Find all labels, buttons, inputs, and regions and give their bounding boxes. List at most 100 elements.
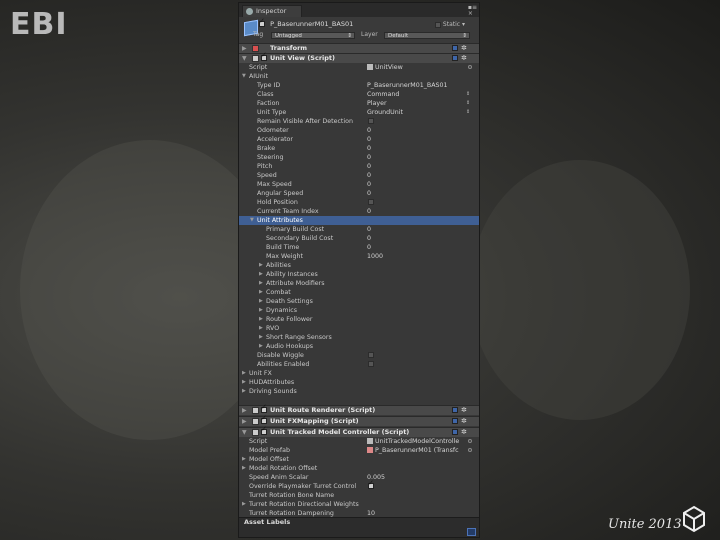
aiunit-field-row[interactable]: Odometer 0 — [239, 126, 479, 135]
other-group-foldout[interactable]: ▶ Driving Sounds — [239, 387, 479, 396]
field-value[interactable]: P_BaserunnerM01_BAS01 — [367, 81, 448, 90]
unit-fxmapping-header[interactable]: ▶ Unit FXMapping (Script) ✲ — [239, 414, 479, 426]
field-value[interactable]: 0 — [367, 234, 371, 243]
help-icon[interactable] — [452, 429, 458, 435]
aiunit-field-row[interactable]: Type ID P_BaserunnerM01_BAS01 — [239, 81, 479, 90]
field-value[interactable]: 0 — [367, 207, 371, 216]
object-name-field[interactable]: P_BaserunnerM01_BAS01 — [270, 20, 353, 28]
route-renderer-enabled-checkbox[interactable] — [261, 403, 267, 413]
aiunit-field-row[interactable]: Faction Player ⇕ — [239, 99, 479, 108]
field-value[interactable]: 0 — [367, 144, 371, 153]
tracked-model-field-row[interactable]: Turret Rotation Bone Name — [239, 491, 479, 500]
fxmapping-enabled-checkbox[interactable] — [261, 414, 267, 424]
tracked-model-field-row[interactable]: Override Playmaker Turret Control — [239, 479, 479, 491]
attribute-group-foldout[interactable]: ▶ Abilities — [239, 261, 479, 270]
help-icon[interactable] — [452, 45, 458, 51]
object-picker-icon[interactable] — [468, 439, 472, 443]
checkbox[interactable] — [368, 361, 374, 367]
field-value[interactable]: Player — [367, 99, 387, 108]
tab-inspector[interactable]: Inspector — [242, 5, 302, 17]
aiunit-field-row[interactable]: Hold Position — [239, 198, 479, 207]
attribute-field-row[interactable]: Max Weight 1000 — [239, 252, 479, 261]
aiunit-field-row[interactable]: Max Speed 0 — [239, 180, 479, 189]
unit-route-renderer-header[interactable]: ▶ Unit Route Renderer (Script) ✲ — [239, 403, 479, 415]
field-value[interactable]: 0 — [367, 225, 371, 234]
attribute-group-foldout[interactable]: ▶ Dynamics — [239, 306, 479, 315]
aiunit-field-row[interactable]: Accelerator 0 — [239, 135, 479, 144]
gear-icon[interactable]: ✲ — [461, 44, 467, 53]
static-checkbox[interactable] — [435, 21, 441, 28]
tag-dropdown[interactable]: Untagged ⇕ — [271, 32, 355, 39]
gear-icon[interactable]: ✲ — [461, 54, 467, 63]
attribute-group-foldout[interactable]: ▶ RVO — [239, 324, 479, 333]
attribute-group-foldout[interactable]: ▶ Route Follower — [239, 315, 479, 324]
help-icon[interactable] — [452, 418, 458, 424]
checkbox[interactable] — [368, 118, 374, 124]
tracked-model-field-row[interactable]: Model Prefab P_BaserunnerM01 (Transfc — [239, 446, 479, 455]
asset-labels-button[interactable] — [467, 528, 476, 536]
unit-view-component-header[interactable]: ▼ Unit View (Script) ✲ — [239, 51, 479, 63]
tracked-model-enabled-checkbox[interactable] — [261, 425, 267, 435]
aiunit-field-row[interactable]: Steering 0 — [239, 153, 479, 162]
field-value[interactable]: 0 — [367, 162, 371, 171]
attribute-group-foldout[interactable]: ▶ Combat — [239, 288, 479, 297]
field-value[interactable]: Command — [367, 90, 399, 99]
layer-dropdown[interactable]: Default ⇕ — [384, 32, 470, 39]
aiunit-field-row[interactable]: Speed 0 — [239, 171, 479, 180]
gear-icon[interactable]: ✲ — [461, 428, 467, 437]
attribute-group-foldout[interactable]: ▶ Attribute Modifiers — [239, 279, 479, 288]
panel-menu-icon[interactable]: ▪≡ × — [468, 5, 477, 17]
attribute-group-foldout[interactable]: ▶ Short Range Sensors — [239, 333, 479, 342]
attribute-group-foldout[interactable]: ▶ Death Settings — [239, 297, 479, 306]
aiunit-foldout[interactable]: ▼ AIUnit — [239, 72, 479, 81]
transform-component-header[interactable]: ▶ Transform ✲ — [239, 43, 479, 53]
aiunit-field-row[interactable]: Current Team Index 0 — [239, 207, 479, 216]
flag-field-row[interactable]: Abilities Enabled — [239, 360, 479, 369]
aiunit-field-row[interactable]: Brake 0 — [239, 144, 479, 153]
field-value[interactable]: 0 — [367, 126, 371, 135]
tracked-model-field-row[interactable]: ▶ Model Offset — [239, 455, 479, 464]
other-group-foldout[interactable]: ▶ HUDAttributes — [239, 378, 479, 387]
tracked-model-field-row[interactable]: Speed Anim Scalar 0.005 — [239, 473, 479, 482]
script-field[interactable]: UnitView — [367, 63, 403, 72]
field-value[interactable]: 1000 — [367, 252, 383, 261]
tracked-model-controller-header[interactable]: ▼ Unit Tracked Model Controller (Script)… — [239, 425, 479, 437]
aiunit-field-row[interactable]: Angular Speed 0 — [239, 189, 479, 198]
checkbox[interactable] — [368, 352, 374, 358]
attribute-field-row[interactable]: Secondary Build Cost 0 — [239, 234, 479, 243]
object-picker-icon[interactable] — [468, 65, 472, 69]
field-value[interactable]: GroundUnit — [367, 108, 403, 117]
field-value[interactable]: 0 — [367, 171, 371, 180]
attribute-field-row[interactable]: Primary Build Cost 0 — [239, 225, 479, 234]
object-active-checkbox[interactable] — [259, 17, 265, 27]
field-value[interactable]: 0 — [367, 189, 371, 198]
field-value[interactable]: P_BaserunnerM01 (Transfc — [367, 446, 459, 455]
object-picker-icon[interactable] — [468, 448, 472, 452]
attribute-field-row[interactable]: Build Time 0 — [239, 243, 479, 252]
flag-field-row[interactable]: Disable Wiggle — [239, 351, 479, 360]
attribute-group-foldout[interactable]: ▶ Ability Instances — [239, 270, 479, 279]
tracked-model-field-row[interactable]: Turret Rotation Dampening 10 — [239, 509, 479, 518]
field-value[interactable]: 0 — [367, 180, 371, 189]
tracked-model-field-row[interactable]: Script UnitTrackedModelControlle — [239, 437, 479, 446]
checkbox[interactable] — [368, 199, 374, 205]
field-value[interactable]: 0 — [367, 243, 371, 252]
aiunit-field-row[interactable]: Remain Visible After Detection — [239, 117, 479, 126]
tracked-model-field-row[interactable]: ▶ Model Rotation Offset — [239, 464, 479, 473]
gear-icon[interactable]: ✲ — [461, 417, 467, 426]
field-value[interactable]: UnitTrackedModelControlle — [367, 437, 459, 446]
aiunit-field-row[interactable]: Pitch 0 — [239, 162, 479, 171]
tracked-model-field-row[interactable]: ▶ Turret Rotation Directional Weights — [239, 500, 479, 509]
help-icon[interactable] — [452, 55, 458, 61]
static-toggle[interactable]: Static ▾ — [435, 20, 465, 29]
field-value[interactable]: 10 — [367, 509, 375, 518]
other-group-foldout[interactable]: ▶ Unit FX — [239, 369, 479, 378]
checkbox[interactable] — [368, 479, 374, 489]
aiunit-field-row[interactable]: Unit Type GroundUnit ⇕ — [239, 108, 479, 117]
gear-icon[interactable]: ✲ — [461, 406, 467, 415]
attribute-group-foldout[interactable]: ▶ Audio Hookups — [239, 342, 479, 351]
field-value[interactable]: 0 — [367, 153, 371, 162]
field-value[interactable]: 0 — [367, 135, 371, 144]
aiunit-field-row[interactable]: Class Command ⇕ — [239, 90, 479, 99]
unit-attributes-foldout[interactable]: ▼ Unit Attributes — [239, 216, 479, 225]
